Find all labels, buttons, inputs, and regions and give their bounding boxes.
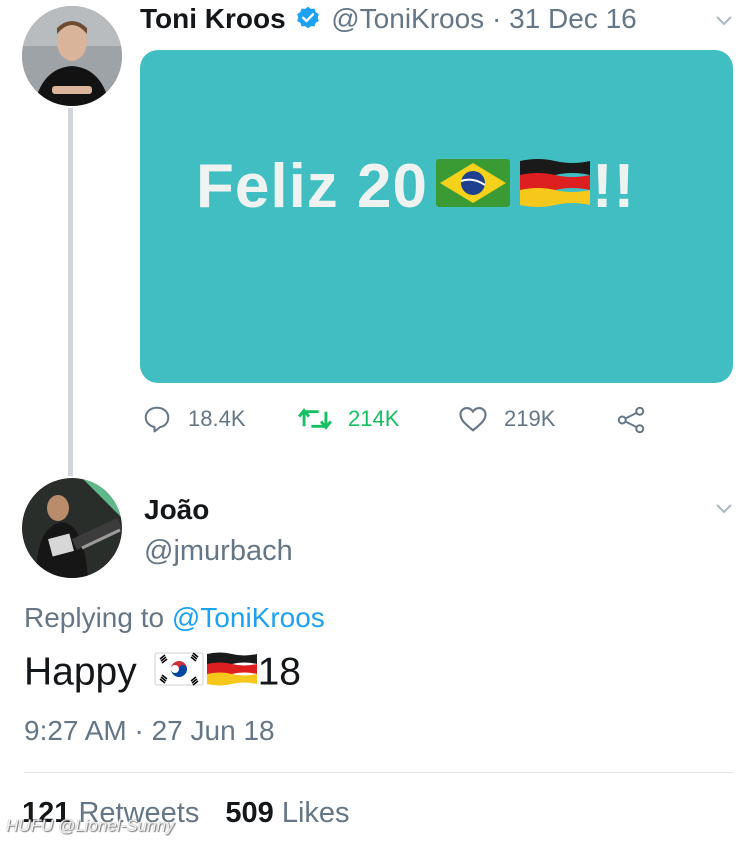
reply-menu-chevron-icon[interactable] <box>712 496 736 525</box>
image-text: Feliz 20 <box>196 152 428 221</box>
reply-text: Happy 18 <box>24 650 301 698</box>
divider <box>24 772 734 773</box>
retweet-action[interactable]: 214K <box>298 404 399 434</box>
heart-icon <box>459 406 487 432</box>
like-count: 219K <box>504 406 556 431</box>
retweet-count: 214K <box>348 406 400 431</box>
reply-author-handle[interactable]: @jmurbach <box>144 535 293 568</box>
replying-to-link[interactable]: @ToniKroos <box>172 602 325 633</box>
tweet-image[interactable]: Feliz 20 !! <box>140 50 733 383</box>
reply-text-after: 18 <box>257 650 301 694</box>
germany-flag-icon <box>518 155 592 226</box>
thread-line <box>68 108 73 476</box>
author-handle[interactable]: @ToniKroos <box>331 3 484 34</box>
reply-author-name[interactable]: João <box>144 494 209 526</box>
reply-text-before: Happy <box>24 650 148 694</box>
watermark: HUFU @Lionel-Sunny <box>6 816 175 835</box>
tweet-menu-chevron-icon[interactable] <box>712 8 736 37</box>
image-caption: Feliz 20 !! <box>196 151 635 226</box>
share-icon[interactable] <box>616 405 646 440</box>
like-total[interactable]: 509 <box>225 797 273 829</box>
reply-icon <box>144 406 170 433</box>
reply-timestamp[interactable]: 9:27 AM · 27 Jun 18 <box>24 715 275 747</box>
tweet-date[interactable]: · 31 Dec 16 <box>492 3 637 34</box>
avatar-photo-icon <box>22 6 122 106</box>
replying-to: Replying to @ToniKroos <box>24 602 325 634</box>
image-suffix: !! <box>592 152 636 221</box>
like-label[interactable]: Likes <box>282 797 350 829</box>
south-korea-flag-icon <box>154 651 204 697</box>
like-action[interactable]: 219K <box>458 404 555 434</box>
tweet-header: Toni Kroos @ToniKroos · 31 Dec 16 <box>140 2 637 39</box>
brazil-flag-icon <box>434 155 512 226</box>
reply-action[interactable]: 18.4K <box>142 404 246 434</box>
replying-prefix: Replying to <box>24 602 165 633</box>
author-name[interactable]: Toni Kroos <box>140 3 286 34</box>
retweet-icon <box>298 408 332 430</box>
verified-badge-icon <box>295 5 321 39</box>
germany-flag-icon <box>206 650 258 698</box>
avatar-joao[interactable] <box>22 478 122 578</box>
avatar-photo-icon <box>22 478 122 578</box>
avatar-toni-kroos[interactable] <box>22 6 122 106</box>
reply-count: 18.4K <box>188 406 246 431</box>
